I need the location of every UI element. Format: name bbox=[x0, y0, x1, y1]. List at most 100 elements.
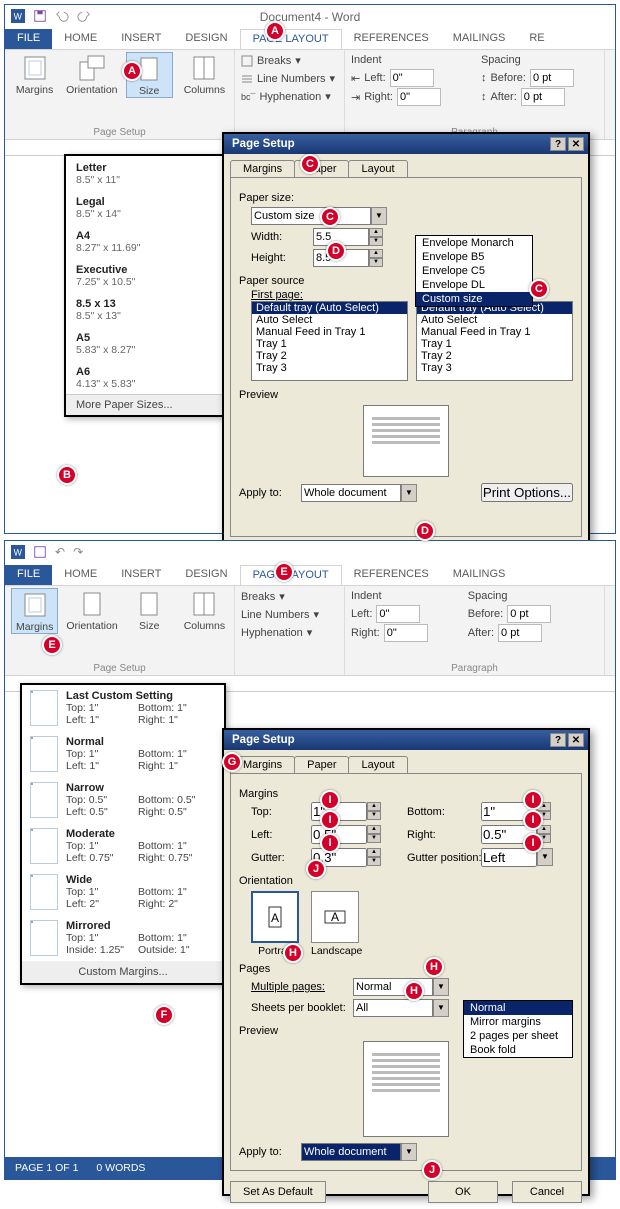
annotation-badge: I bbox=[523, 810, 543, 830]
annotation-badge: G bbox=[222, 752, 242, 772]
help-icon[interactable]: ? bbox=[550, 733, 566, 747]
tab-mailings[interactable]: MAILINGS bbox=[441, 565, 518, 585]
multiple-pages-combo[interactable]: ▼ bbox=[353, 978, 449, 996]
annotation-badge: B bbox=[57, 465, 77, 485]
dlg-tab-layout[interactable]: Layout bbox=[348, 756, 407, 773]
paper-size-combo[interactable]: ▼ bbox=[251, 207, 387, 225]
first-page-label: First page: bbox=[251, 289, 408, 301]
paper-size-listbox[interactable]: Envelope Monarch Envelope B5 Envelope C5… bbox=[415, 235, 533, 307]
multiple-pages-listbox[interactable]: Normal Mirror margins 2 pages per sheet … bbox=[463, 1000, 573, 1058]
indent-left-input[interactable] bbox=[390, 69, 434, 87]
size-option[interactable]: Letter8.5" x 11" bbox=[66, 156, 222, 190]
tab-design[interactable]: DESIGN bbox=[173, 565, 239, 585]
annotation-badge: J bbox=[306, 859, 326, 879]
tab-file[interactable]: FILE bbox=[5, 29, 52, 49]
breaks-button[interactable]: Breaks ▾ bbox=[241, 52, 338, 69]
orientation-portrait[interactable]: A bbox=[251, 891, 299, 943]
margin-preset[interactable]: NarrowTop: 0.5"Bottom: 0.5"Left: 0.5"Rig… bbox=[22, 777, 224, 823]
apply-to-combo[interactable]: ▼ bbox=[301, 484, 417, 502]
quick-access-toolbar: W bbox=[11, 9, 91, 26]
width-spinner[interactable]: ▲▼ bbox=[313, 228, 383, 246]
ok-button[interactable]: OK bbox=[428, 1181, 498, 1203]
other-pages-tray-list[interactable]: Default tray (Auto Select)Auto SelectMan… bbox=[416, 301, 573, 381]
annotation-badge: D bbox=[326, 241, 346, 261]
line-numbers-button[interactable]: Line Numbers ▾ bbox=[241, 70, 338, 87]
size-option[interactable]: A48.27" x 11.69" bbox=[66, 224, 222, 258]
columns-button[interactable]: Columns bbox=[181, 588, 228, 634]
custom-margins[interactable]: Custom Margins... bbox=[22, 961, 224, 983]
undo-icon[interactable]: ↶ bbox=[55, 545, 65, 562]
orientation-button[interactable]: Orientation bbox=[66, 52, 117, 98]
save-icon[interactable] bbox=[33, 545, 47, 562]
svg-text:W: W bbox=[14, 547, 23, 557]
cancel-button[interactable]: Cancel bbox=[512, 1181, 582, 1203]
indent-left-input[interactable] bbox=[376, 605, 420, 623]
tab-insert[interactable]: INSERT bbox=[109, 29, 173, 49]
size-option[interactable]: Executive7.25" x 10.5" bbox=[66, 258, 222, 292]
spacing-after-input[interactable] bbox=[498, 624, 542, 642]
annotation-badge: A bbox=[122, 61, 142, 81]
redo-icon[interactable]: ↷ bbox=[73, 545, 83, 562]
apply-to-combo[interactable]: ▼ bbox=[301, 1143, 417, 1161]
annotation-badge: H bbox=[283, 943, 303, 963]
orientation-landscape[interactable]: A bbox=[311, 891, 359, 943]
margins-button[interactable]: Margins bbox=[11, 52, 58, 98]
margin-preset[interactable]: WideTop: 1"Bottom: 1"Left: 2"Right: 2" bbox=[22, 869, 224, 915]
margins-button[interactable]: Margins bbox=[11, 588, 58, 634]
redo-icon[interactable] bbox=[77, 9, 91, 26]
dlg-tab-paper[interactable]: Paper bbox=[294, 756, 349, 773]
tab-mailings[interactable]: MAILINGS bbox=[441, 29, 518, 49]
height-spinner[interactable]: ▲▼ bbox=[313, 249, 383, 267]
size-option[interactable]: 8.5 x 138.5" x 13" bbox=[66, 292, 222, 326]
indent-right-input[interactable] bbox=[384, 624, 428, 642]
more-paper-sizes[interactable]: More Paper Sizes... bbox=[66, 394, 222, 415]
dlg-tab-layout[interactable]: Layout bbox=[348, 160, 407, 177]
close-icon[interactable]: ✕ bbox=[568, 733, 584, 747]
gutter-position-combo[interactable]: ▼ bbox=[481, 848, 567, 867]
hyphenation-button[interactable]: bc¯Hyphenation ▾ bbox=[241, 88, 338, 105]
margin-preset[interactable]: ModerateTop: 1"Bottom: 1"Left: 0.75"Righ… bbox=[22, 823, 224, 869]
tab-review-trunc[interactable]: RE bbox=[517, 29, 556, 49]
line-numbers-button[interactable]: Line Numbers ▾ bbox=[241, 606, 338, 623]
preview-label: Preview bbox=[239, 389, 573, 401]
size-option[interactable]: Legal8.5" x 14" bbox=[66, 190, 222, 224]
first-page-tray-list[interactable]: Default tray (Auto Select)Auto SelectMan… bbox=[251, 301, 408, 381]
size-option[interactable]: A55.83" x 8.27" bbox=[66, 326, 222, 360]
annotation-badge: J bbox=[422, 1160, 442, 1180]
margin-preset[interactable]: NormalTop: 1"Bottom: 1"Left: 1"Right: 1" bbox=[22, 731, 224, 777]
breaks-button[interactable]: Breaks ▾ bbox=[241, 588, 338, 605]
size-button[interactable]: Size bbox=[126, 588, 173, 634]
tab-file[interactable]: FILE bbox=[5, 565, 52, 585]
margin-preset[interactable]: MirroredTop: 1"Bottom: 1"Inside: 1.25"Ou… bbox=[22, 915, 224, 961]
margin-preset[interactable]: Last Custom SettingTop: 1"Bottom: 1"Left… bbox=[22, 685, 224, 731]
tab-design[interactable]: DESIGN bbox=[173, 29, 239, 49]
indent-right-input[interactable] bbox=[397, 88, 441, 106]
print-options-button[interactable]: Print Options... bbox=[481, 483, 573, 502]
set-default-button[interactable]: Set As Default bbox=[230, 1181, 326, 1203]
close-icon[interactable]: ✕ bbox=[568, 137, 584, 151]
save-icon[interactable] bbox=[33, 9, 47, 26]
tab-home[interactable]: HOME bbox=[52, 565, 109, 585]
help-icon[interactable]: ? bbox=[550, 137, 566, 151]
spacing-before-input[interactable] bbox=[530, 69, 574, 87]
orientation-button[interactable]: Orientation bbox=[66, 588, 117, 634]
dlg-tab-margins[interactable]: Margins bbox=[230, 160, 295, 177]
undo-icon[interactable] bbox=[55, 9, 69, 26]
group-page-setup: Page Setup bbox=[5, 127, 234, 138]
size-option[interactable]: A64.13" x 5.83" bbox=[66, 360, 222, 394]
tab-references[interactable]: REFERENCES bbox=[342, 565, 441, 585]
tab-page-layout[interactable]: PAGE LAYOUT bbox=[240, 29, 342, 49]
spacing-before-input[interactable] bbox=[507, 605, 551, 623]
columns-button[interactable]: Columns bbox=[181, 52, 228, 98]
status-words: 0 WORDS bbox=[96, 1162, 145, 1174]
tab-references[interactable]: REFERENCES bbox=[342, 29, 441, 49]
annotation-badge: I bbox=[320, 833, 340, 853]
spacing-after-input[interactable] bbox=[521, 88, 565, 106]
tab-home[interactable]: HOME bbox=[52, 29, 109, 49]
dialog-titlebar: Page Setup ?✕ bbox=[224, 134, 588, 154]
annotation-badge: C bbox=[300, 154, 320, 174]
sheets-per-booklet-combo[interactable]: ▼ bbox=[353, 999, 449, 1017]
svg-text:A: A bbox=[331, 910, 339, 924]
tab-insert[interactable]: INSERT bbox=[109, 565, 173, 585]
hyphenation-button[interactable]: Hyphenation ▾ bbox=[241, 624, 338, 641]
